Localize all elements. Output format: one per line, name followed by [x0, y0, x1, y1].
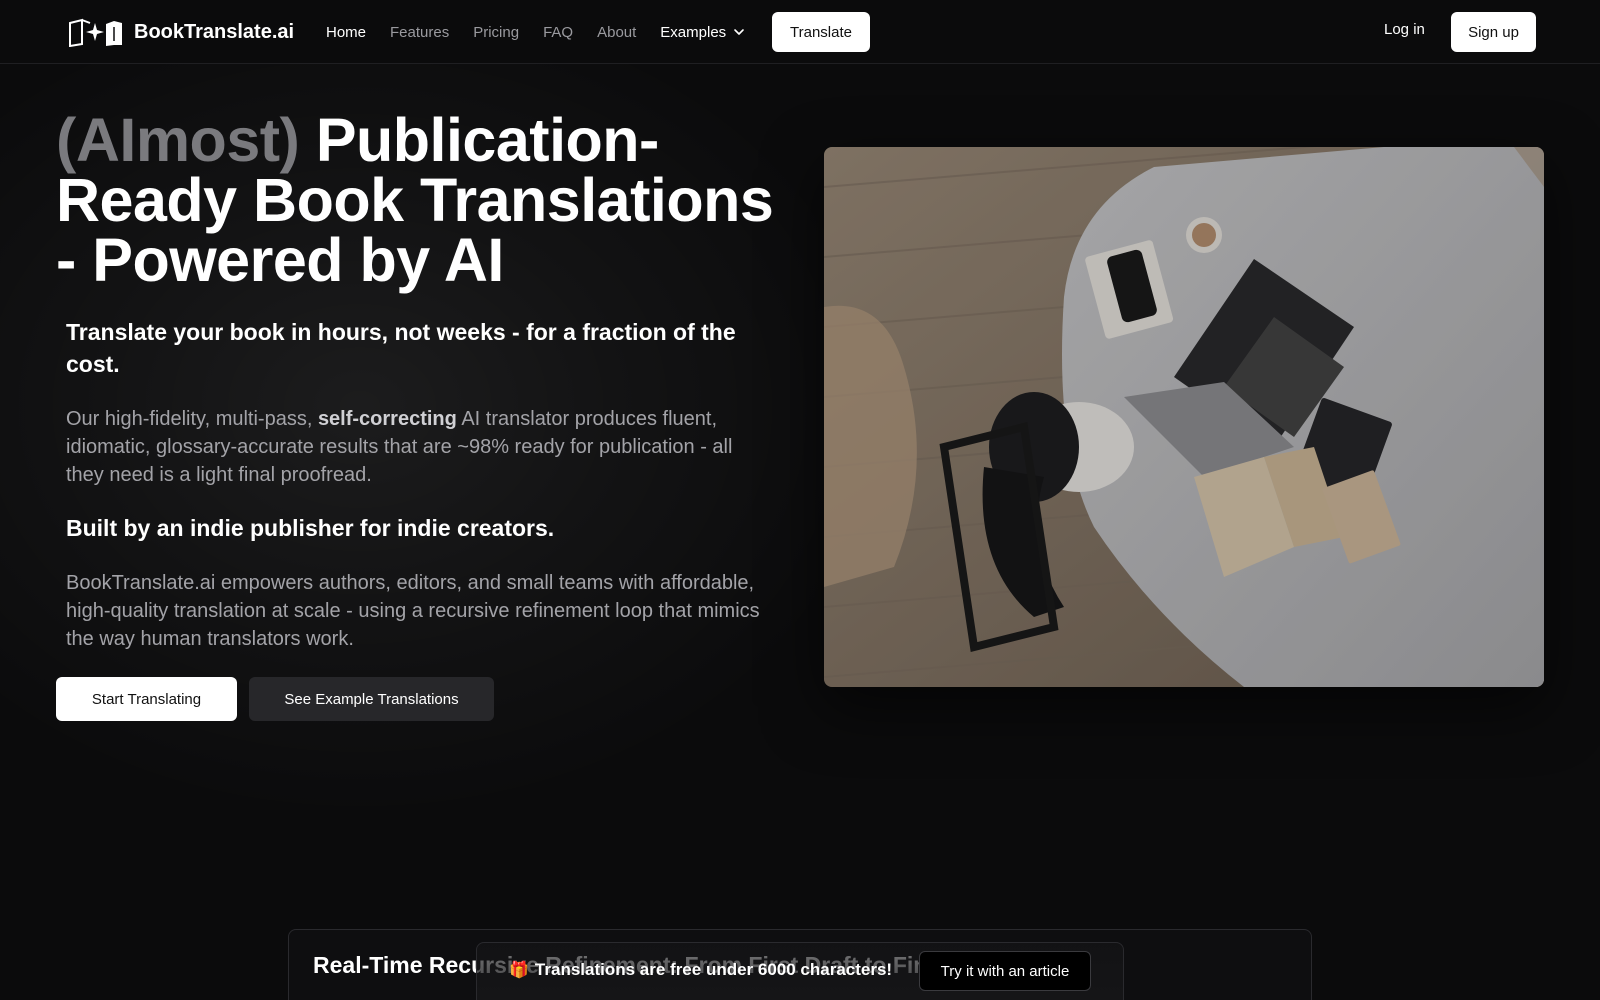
- chevron-down-icon: [734, 29, 744, 35]
- hero-description-prefix: Our high-fidelity, multi-pass,: [66, 408, 318, 430]
- start-translating-button[interactable]: Start Translating: [56, 677, 237, 721]
- main-nav: Home Features Pricing FAQ About Examples: [326, 0, 770, 64]
- hero-subtitle: Translate your book in hours, not weeks …: [66, 319, 736, 377]
- hero-title-muted: (AImost): [56, 106, 300, 174]
- nav-pricing[interactable]: Pricing: [473, 24, 519, 41]
- promo-message: Translations are free under 6000 charact…: [534, 960, 893, 979]
- brand-name: BookTranslate.ai: [134, 20, 295, 43]
- nav-examples-label: Examples: [660, 23, 727, 41]
- nav-features[interactable]: Features: [390, 24, 449, 41]
- promo-text: 🎁 Translations are free under 6000 chara…: [509, 960, 892, 980]
- signup-button[interactable]: Sign up: [1451, 12, 1536, 52]
- hero-title: (AImost) Publication-Ready Book Translat…: [56, 110, 796, 291]
- translate-button[interactable]: Translate: [772, 12, 870, 52]
- hero-photo-illustration: [824, 147, 1544, 687]
- login-link[interactable]: Log in: [1384, 21, 1425, 38]
- hero-photo: [824, 147, 1544, 687]
- nav-home[interactable]: Home: [326, 24, 366, 41]
- promo-banner: 🎁 Translations are free under 6000 chara…: [476, 942, 1124, 1000]
- nav-about[interactable]: About: [597, 24, 636, 41]
- top-navbar: BookTranslate.ai Home Features Pricing F…: [0, 0, 1600, 64]
- see-examples-button[interactable]: See Example Translations: [249, 677, 494, 721]
- hero-description: Our high-fidelity, multi-pass, self-corr…: [66, 405, 766, 489]
- try-article-button[interactable]: Try it with an article: [919, 951, 1091, 991]
- gift-icon: 🎁: [509, 962, 529, 979]
- book-sparkle-logo-icon: [69, 18, 122, 47]
- hero-description-bold: self-correcting: [317, 408, 457, 430]
- hero-description-2: BookTranslate.ai empowers authors, edito…: [66, 572, 760, 650]
- brand-logo-link[interactable]: BookTranslate.ai: [68, 16, 294, 48]
- nav-examples-dropdown[interactable]: Examples: [660, 24, 746, 41]
- nav-faq[interactable]: FAQ: [543, 24, 573, 41]
- hero-subtitle-indie: Built by an indie publisher for indie cr…: [66, 515, 555, 541]
